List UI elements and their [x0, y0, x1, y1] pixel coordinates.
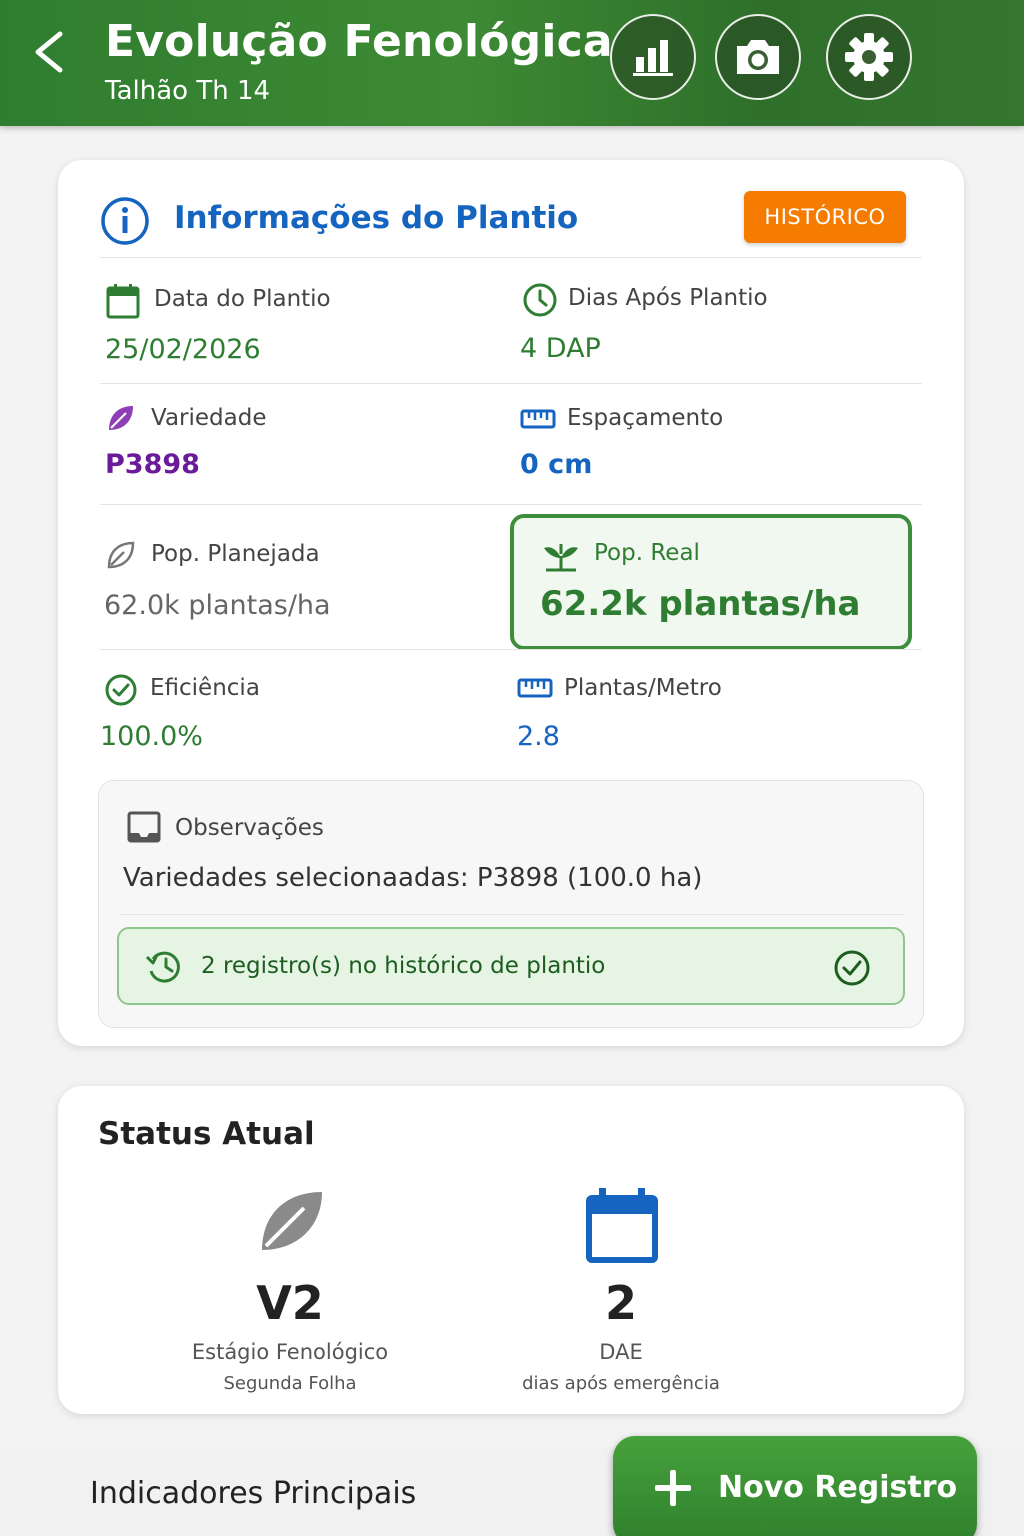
- chart-button[interactable]: [610, 14, 696, 100]
- dias-apos-label: Dias Após Plantio: [568, 285, 768, 311]
- leaf-outline-icon: [107, 541, 135, 569]
- pop-planejada-label: Pop. Planejada: [151, 541, 320, 567]
- espacamento-label: Espaçamento: [567, 405, 724, 431]
- status-card: Status Atual V2 Estágio Fenológico Segun…: [58, 1086, 964, 1414]
- status-title: Status Atual: [98, 1116, 315, 1152]
- data-plantio-label: Data do Plantio: [154, 286, 331, 312]
- observacoes-box: Observações Variedades selecionaadas: P3…: [98, 780, 924, 1028]
- estagio-label: Estágio Fenológico: [191, 1340, 389, 1364]
- chart-icon: [633, 40, 673, 76]
- pop-real-value: 62.2k plantas/ha: [540, 584, 861, 624]
- info-icon: [101, 197, 149, 245]
- indicadores-title: Indicadores Principais: [90, 1476, 417, 1511]
- dae-sub: dias após emergência: [522, 1373, 720, 1394]
- dae-label: DAE: [599, 1340, 643, 1364]
- divider: [100, 257, 922, 258]
- plantas-metro-value: 2.8: [517, 721, 560, 752]
- novo-registro-button[interactable]: Novo Registro: [613, 1436, 977, 1536]
- estagio-sub: Segunda Folha: [223, 1373, 357, 1394]
- observacoes-text: Variedades selecionaadas: P3898 (100.0 h…: [123, 863, 703, 893]
- plus-icon: [655, 1470, 691, 1506]
- plantas-metro-label: Plantas/Metro: [564, 675, 722, 701]
- dias-apos-value: 4 DAP: [520, 333, 601, 364]
- back-arrow-icon[interactable]: [28, 28, 72, 76]
- eficiencia-label: Eficiência: [150, 675, 260, 701]
- historico-banner[interactable]: 2 registro(s) no histórico de plantio: [117, 927, 905, 1005]
- camera-icon: [737, 40, 779, 74]
- calendar-icon: [586, 1188, 658, 1263]
- settings-button[interactable]: [826, 14, 912, 100]
- history-icon: [145, 951, 180, 983]
- leaf-icon: [109, 406, 133, 430]
- check-circle-icon: [105, 674, 137, 706]
- page-title: Evolução Fenológica: [105, 16, 613, 67]
- sprout-icon: [544, 544, 578, 572]
- data-plantio-value: 25/02/2026: [105, 334, 261, 365]
- ruler-icon: [520, 409, 556, 429]
- leaf-icon: [262, 1192, 322, 1250]
- app-header: Evolução Fenológica Talhão Th 14: [0, 0, 1024, 126]
- notes-icon: [127, 811, 161, 843]
- divider: [119, 914, 905, 915]
- divider: [100, 504, 922, 505]
- divider: [100, 649, 922, 650]
- clock-icon: [523, 283, 557, 317]
- calendar-icon: [106, 284, 140, 319]
- plantio-title: Informações do Plantio: [174, 200, 579, 236]
- divider: [100, 383, 922, 384]
- plantio-card: Informações do Plantio HISTÓRICO Data do…: [58, 160, 964, 1046]
- ruler-icon: [517, 678, 553, 698]
- pop-real-label: Pop. Real: [594, 540, 700, 566]
- page-subtitle: Talhão Th 14: [105, 76, 271, 106]
- camera-button[interactable]: [715, 14, 801, 100]
- pop-real-box: Pop. Real 62.2k plantas/ha: [510, 514, 912, 650]
- dae-value: 2: [604, 1276, 637, 1330]
- check-circle-icon: [834, 950, 870, 986]
- gear-icon: [845, 33, 893, 81]
- observacoes-label: Observações: [175, 815, 324, 841]
- historico-banner-text: 2 registro(s) no histórico de plantio: [201, 953, 606, 979]
- novo-registro-label: Novo Registro: [718, 1470, 958, 1505]
- estagio-value: V2: [256, 1276, 324, 1330]
- espacamento-value: 0 cm: [520, 449, 593, 480]
- variedade-value: P3898: [105, 449, 200, 480]
- pop-planejada-value: 62.0k plantas/ha: [104, 590, 331, 621]
- variedade-label: Variedade: [151, 405, 267, 431]
- historico-button[interactable]: HISTÓRICO: [744, 191, 906, 243]
- eficiencia-value: 100.0%: [100, 721, 203, 752]
